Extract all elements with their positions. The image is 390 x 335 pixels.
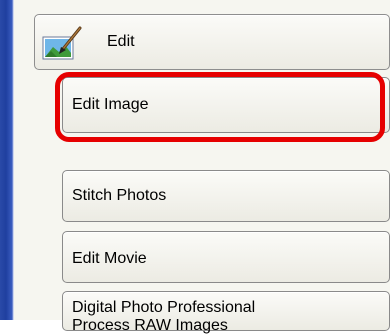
edit-category-label: Edit (107, 33, 135, 50)
edit-movie-button[interactable]: Edit Movie (62, 231, 390, 283)
sidebar-strip (0, 0, 14, 320)
edit-category-button[interactable]: Edit (34, 14, 390, 70)
edit-image-label: Edit Image (72, 96, 149, 113)
dpp-label-line1: Digital Photo Professional (72, 299, 256, 316)
stitch-photos-label: Stitch Photos (72, 187, 167, 204)
digital-photo-professional-button[interactable]: Digital Photo Professional Process RAW I… (62, 291, 390, 334)
edit-movie-label: Edit Movie (72, 250, 147, 267)
stitch-photos-button[interactable]: Stitch Photos (62, 170, 390, 222)
edit-image-icon (42, 26, 82, 60)
edit-image-button[interactable]: Edit Image (62, 77, 390, 133)
dpp-label: Digital Photo Professional Process RAW I… (72, 299, 255, 335)
